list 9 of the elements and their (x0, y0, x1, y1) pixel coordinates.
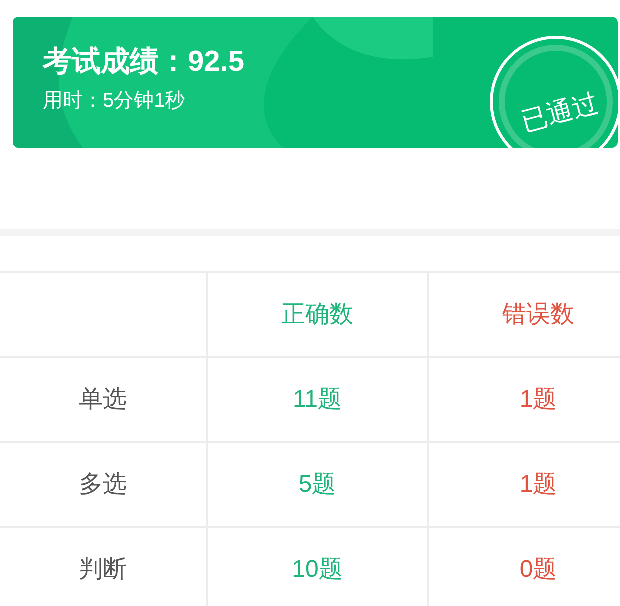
table-cell: 11题 (207, 357, 428, 442)
time-used: 用时：5分钟1秒 (43, 89, 186, 114)
row-label: 多选 (0, 442, 207, 527)
exam-score: 考试成绩：92.5 (43, 45, 244, 80)
stamp-text: 已通过 (517, 86, 602, 138)
column-header: 错误数 (428, 272, 620, 357)
table-cell: 5题 (207, 442, 428, 527)
row-label: 单选 (0, 357, 207, 442)
column-header: 正确数 (207, 272, 428, 357)
